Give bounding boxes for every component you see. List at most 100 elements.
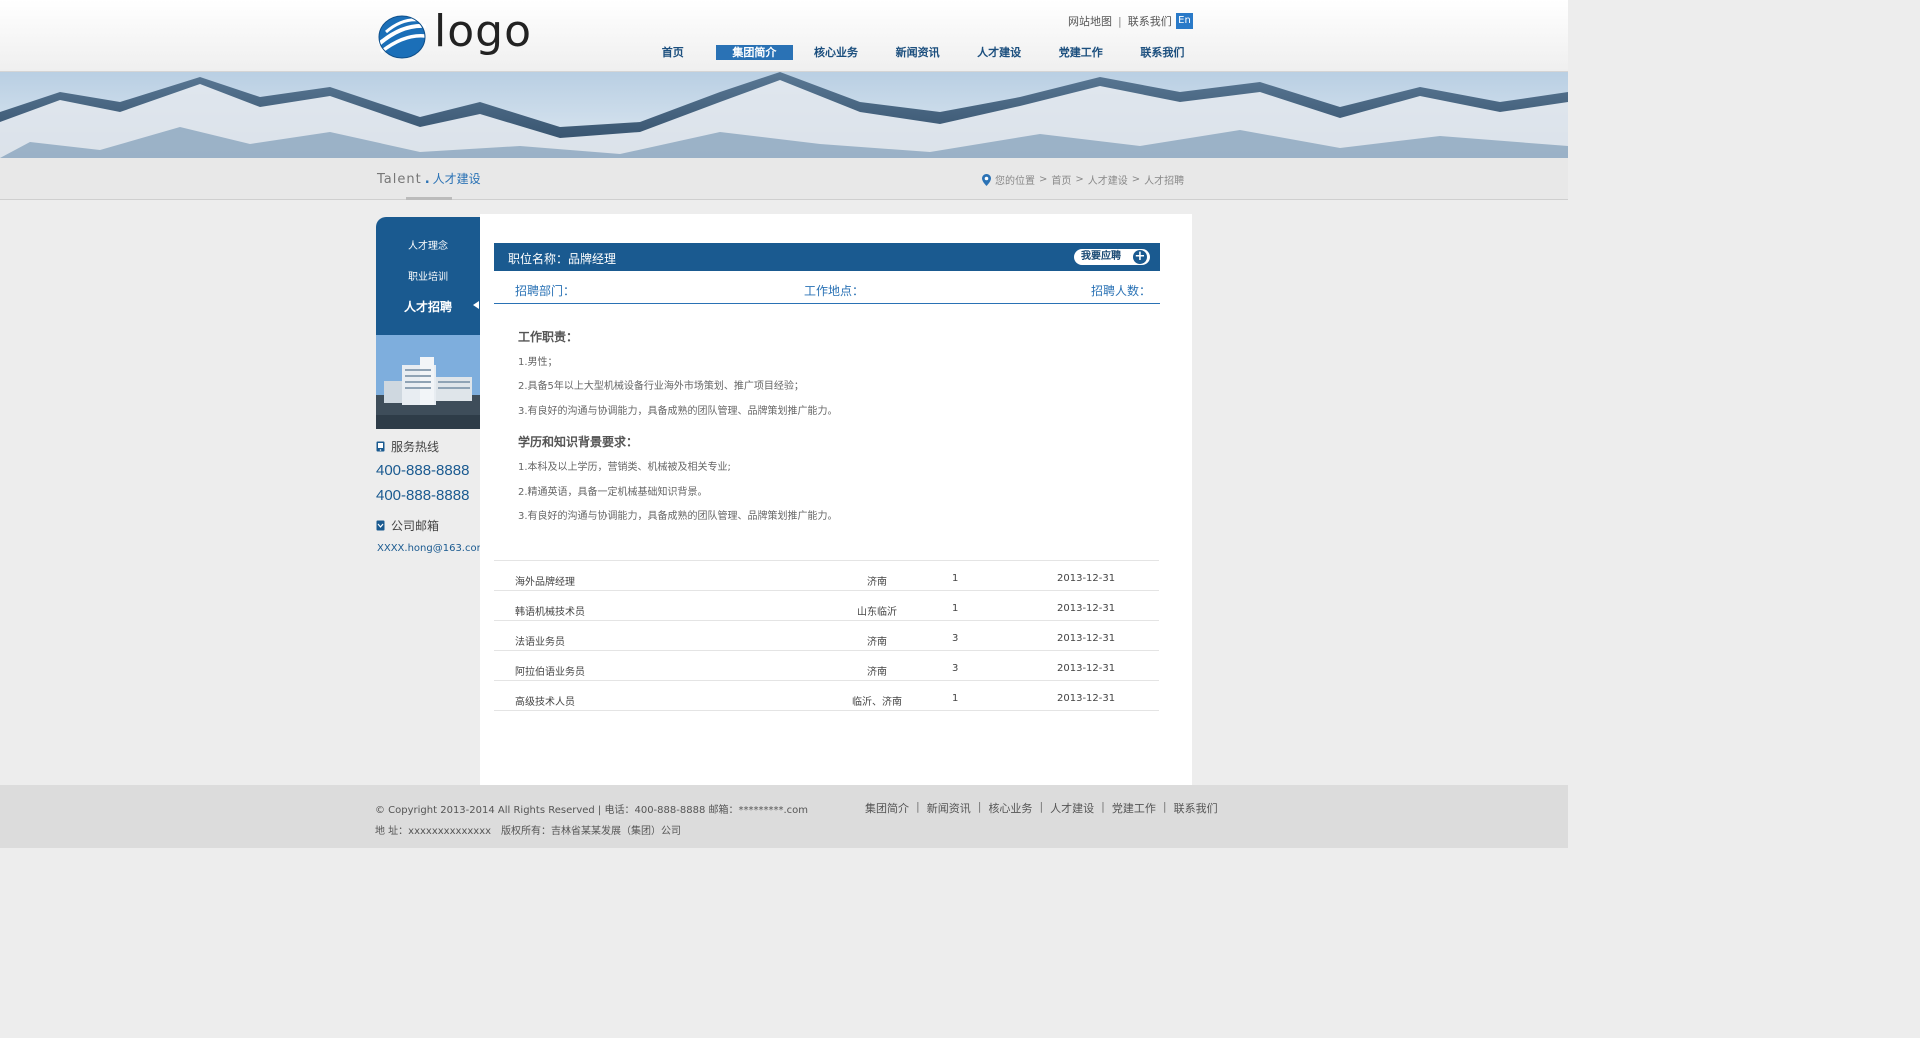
title-underline <box>406 197 452 200</box>
section-title: Talent. 人才建设 <box>377 170 481 187</box>
location-label: 工作地点： <box>804 284 865 298</box>
copyright-text: © Copyright 2013-2014 All Rights Reserve… <box>375 805 809 816</box>
section-title-cn: 人才建设 <box>432 172 481 186</box>
section-title-bar: Talent. 人才建设 您的位置 > 首页 > 人才建设 > 人才招聘 <box>0 158 1568 200</box>
divider: | <box>977 800 982 813</box>
top-links: 网站地图 | 联系我们 <box>1068 13 1172 29</box>
footer-link-news[interactable]: 新闻资讯 <box>927 800 971 816</box>
requirement-item: 3.有良好的沟通与协调能力，具备成熟的团队管理、品牌策划推广能力。 <box>518 511 838 522</box>
job-count: 3 <box>952 663 959 674</box>
table-row[interactable]: 法语业务员 济南 3 2013-12-31 <box>494 621 1159 651</box>
department-label: 招聘部门： <box>515 284 576 298</box>
divider: | <box>1118 14 1122 28</box>
email-label-text: 公司邮箱 <box>391 519 440 533</box>
hotline-label-text: 服务热线 <box>391 440 440 454</box>
title-dot: . <box>424 172 430 187</box>
site-header: logo 网站地图 | 联系我们 En 首页 集团简介 核心业务 新闻资讯 人才… <box>0 0 1568 72</box>
job-list-table: 海外品牌经理 济南 1 2013-12-31 韩语机械技术员 山东临沂 1 20… <box>494 560 1159 711</box>
job-name[interactable]: 韩语机械技术员 <box>515 603 585 618</box>
contact-us-top-link[interactable]: 联系我们 <box>1128 13 1172 29</box>
requirement-item: 2.精通英语，具备一定机械基础知识背景。 <box>518 487 708 498</box>
sidebar-item-recruitment[interactable]: 人才招聘 <box>376 298 480 315</box>
headcount-label: 招聘人数： <box>1091 284 1152 298</box>
breadcrumb-separator: > <box>1039 174 1048 185</box>
job-location: 临沂、济南 <box>852 697 902 708</box>
apply-button[interactable]: 我要应聘 + <box>1074 249 1150 265</box>
table-row[interactable]: 高级技术人员 临沂、济南 1 2013-12-31 <box>494 681 1159 711</box>
breadcrumb-recruitment[interactable]: 人才招聘 <box>1144 172 1184 187</box>
snow-mountain-image <box>0 72 1568 158</box>
plus-icon: + <box>1133 249 1147 264</box>
breadcrumb-separator: > <box>1075 174 1084 185</box>
job-date: 2013-12-31 <box>1057 573 1116 584</box>
nav-home[interactable]: 首页 <box>632 45 714 60</box>
nav-news[interactable]: 新闻资讯 <box>877 45 959 60</box>
job-name[interactable]: 高级技术人员 <box>515 693 575 708</box>
site-logo[interactable]: logo <box>376 6 531 62</box>
job-name[interactable]: 海外品牌经理 <box>515 573 575 588</box>
sidebar-item-training[interactable]: 职业培训 <box>376 268 480 283</box>
section-title-en: Talent <box>377 172 422 187</box>
sitemap-link[interactable]: 网站地图 <box>1068 13 1112 29</box>
job-name[interactable]: 阿拉伯语业务员 <box>515 663 585 678</box>
footer-link-contact[interactable]: 联系我们 <box>1174 800 1218 816</box>
breadcrumb-talent[interactable]: 人才建设 <box>1088 172 1128 187</box>
job-count: 1 <box>952 693 959 704</box>
divider: | <box>1101 800 1105 813</box>
footer-link-party-work[interactable]: 党建工作 <box>1112 800 1156 816</box>
job-date: 2013-12-31 <box>1057 693 1116 704</box>
mail-icon <box>376 520 385 531</box>
job-title: 职位名称：品牌经理 <box>508 252 617 266</box>
job-name[interactable]: 法语业务员 <box>515 633 565 648</box>
job-count: 1 <box>952 573 959 584</box>
footer-nav: 集团简介 | 新闻资讯 | 核心业务 | 人才建设 | 党建工作 | 联系我们 <box>865 800 1218 816</box>
duties-heading: 工作职责： <box>518 330 579 344</box>
footer-link-talent[interactable]: 人才建设 <box>1050 800 1094 816</box>
footer-link-core-business[interactable]: 核心业务 <box>988 800 1032 816</box>
company-building-photo <box>376 335 480 429</box>
job-date: 2013-12-31 <box>1057 603 1116 614</box>
email-link[interactable]: XXXX.hong@163.com <box>377 543 486 554</box>
requirement-item: 1.本科及以上学历，营销类、机械被及相关专业; <box>518 462 731 473</box>
address-text: 地 址：xxxxxxxxxxxxxx 版权所有：吉林省某某发展（集团）公司 <box>375 826 682 837</box>
table-row[interactable]: 韩语机械技术员 山东临沂 1 2013-12-31 <box>494 591 1159 621</box>
duty-item: 3.有良好的沟通与协调能力，具备成熟的团队管理、品牌策划推广能力。 <box>518 406 838 417</box>
job-location: 济南 <box>867 577 887 588</box>
duty-item: 1.男性； <box>518 357 558 368</box>
table-row[interactable]: 海外品牌经理 济南 1 2013-12-31 <box>494 561 1159 591</box>
divider: | <box>1039 800 1044 813</box>
divider: | <box>916 800 920 813</box>
site-footer: © Copyright 2013-2014 All Rights Reserve… <box>0 785 1568 848</box>
job-info-row: 招聘部门： 工作地点： 招聘人数： <box>494 271 1160 304</box>
footer-link-group-intro[interactable]: 集团简介 <box>865 800 909 816</box>
sidebar-item-talent-philosophy[interactable]: 人才理念 <box>376 237 480 252</box>
table-row[interactable]: 阿拉伯语业务员 济南 3 2013-12-31 <box>494 651 1159 681</box>
breadcrumb-home[interactable]: 首页 <box>1051 172 1071 187</box>
phone-icon <box>376 441 385 452</box>
breadcrumb-separator: > <box>1131 174 1141 185</box>
job-location: 山东临沂 <box>857 607 897 618</box>
hotline-number-1: 400-888-8888 <box>376 462 470 479</box>
breadcrumb: 您的位置 > 首页 > 人才建设 > 人才招聘 <box>982 172 1184 187</box>
nav-party-work[interactable]: 党建工作 <box>1040 45 1122 60</box>
globe-logo-icon <box>377 15 427 59</box>
building-image <box>376 335 480 429</box>
job-count: 3 <box>952 633 959 644</box>
divider: | <box>1162 800 1167 813</box>
sidebar-menu: 人才理念 职业培训 人才招聘 <box>376 217 480 335</box>
job-date: 2013-12-31 <box>1057 633 1116 644</box>
apply-button-label: 我要应聘 <box>1081 251 1121 262</box>
english-language-button[interactable]: En <box>1176 13 1193 29</box>
main-content: 职位名称：品牌经理 我要应聘 + 招聘部门： 工作地点： 招聘人数： 工作职责：… <box>480 214 1192 785</box>
location-pin-icon <box>982 173 991 186</box>
nav-talent[interactable]: 人才建设 <box>958 45 1040 60</box>
nav-contact[interactable]: 联系我们 <box>1122 45 1204 60</box>
nav-group-intro[interactable]: 集团简介 <box>715 45 793 60</box>
logo-text: logo <box>434 6 532 57</box>
mountain-banner <box>0 72 1568 158</box>
breadcrumb-prefix: 您的位置 <box>995 176 1035 187</box>
nav-core-business[interactable]: 核心业务 <box>795 45 877 60</box>
job-date: 2013-12-31 <box>1057 663 1116 674</box>
main-nav: 首页 集团简介 核心业务 新闻资讯 人才建设 党建工作 联系我们 <box>632 45 1203 60</box>
job-location: 济南 <box>867 637 887 648</box>
